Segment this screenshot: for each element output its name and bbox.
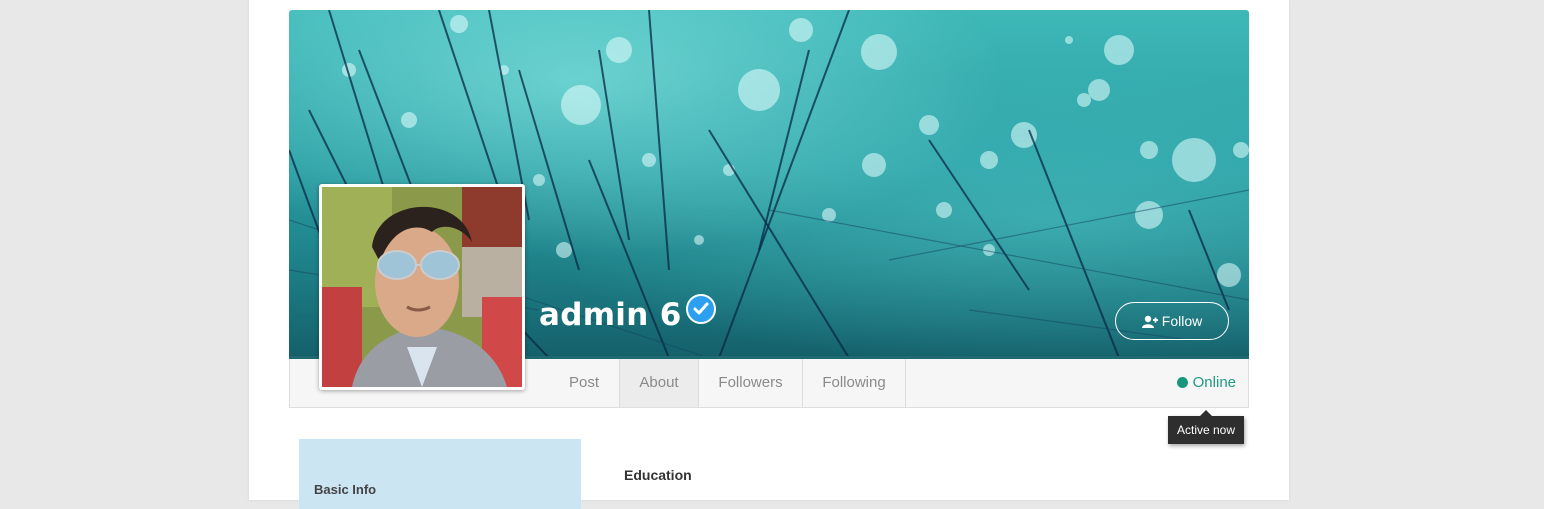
status-tooltip: Active now xyxy=(1168,410,1244,444)
avatar-photo xyxy=(322,187,522,387)
profile-name: admin 6 xyxy=(539,294,716,333)
avatar[interactable] xyxy=(319,184,525,390)
follow-button[interactable]: Follow xyxy=(1115,302,1229,340)
basic-info-panel: Basic Info xyxy=(299,439,581,509)
add-user-icon xyxy=(1141,305,1158,341)
tab-about[interactable]: About xyxy=(619,359,699,407)
online-status-label: Online xyxy=(1192,374,1236,391)
online-status: Online xyxy=(1176,359,1236,407)
profile-name-text: admin 6 xyxy=(539,297,682,333)
follow-button-label: Follow xyxy=(1161,313,1203,329)
basic-info-heading: Basic Info xyxy=(314,482,377,497)
tab-following[interactable]: Following xyxy=(803,359,906,407)
profile-page: Post About Followers Following Online Ac… xyxy=(249,0,1289,509)
education-heading: Education xyxy=(624,467,692,483)
online-dot-icon xyxy=(1176,377,1188,388)
tab-followers[interactable]: Followers xyxy=(699,359,803,407)
tab-post[interactable]: Post xyxy=(552,359,616,407)
verified-badge-icon xyxy=(685,294,716,324)
